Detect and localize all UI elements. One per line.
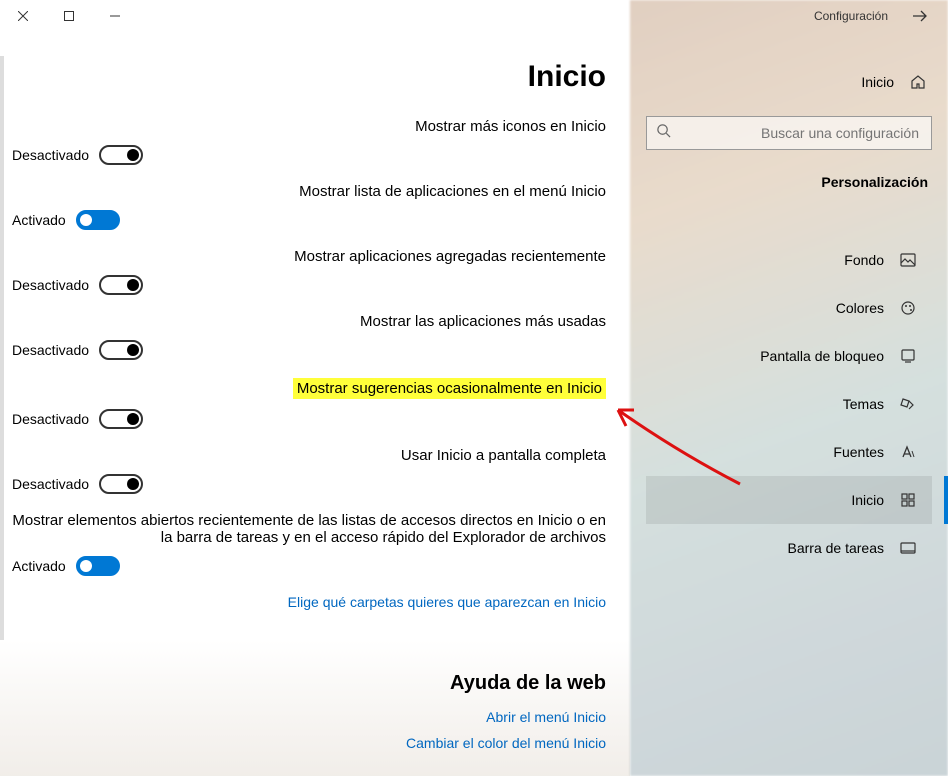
toggle-state-label: Activado: [12, 558, 66, 574]
content-area: Inicio Mostrar más iconos en Inicio Desac…: [0, 32, 630, 776]
minimize-icon: [110, 11, 120, 21]
sidebar-item-label: Colores: [836, 300, 884, 316]
sidebar-item-inicio[interactable]: Inicio: [646, 476, 932, 524]
inicio-icon: [898, 492, 918, 508]
window-controls: [0, 0, 138, 32]
maximize-button[interactable]: [46, 0, 92, 32]
temas-icon: [898, 396, 918, 412]
sidebar-item-fuentes[interactable]: Fuentes: [646, 428, 932, 476]
setting-label: Mostrar aplicaciones agregadas recientem…: [12, 248, 606, 265]
page-title: Inicio: [0, 60, 606, 94]
toggle-knob: [127, 478, 139, 490]
setting-label: Mostrar lista de aplicaciones en el menú…: [12, 183, 606, 200]
settings-list: Mostrar más iconos en InicioDesactivadoM…: [0, 118, 606, 751]
toggle-state-label: Desactivado: [12, 476, 89, 492]
sidebar-item-colores[interactable]: Colores: [646, 284, 932, 332]
setting-2: Mostrar aplicaciones agregadas recientem…: [12, 248, 606, 295]
category-header: Personalización: [646, 174, 932, 190]
setting-0: Mostrar más iconos en Inicio Desactivado: [12, 118, 606, 165]
close-button[interactable]: [0, 0, 46, 32]
back-button[interactable]: [904, 0, 936, 32]
arrow-back-icon: [912, 8, 928, 24]
toggle-row: Activado: [12, 556, 606, 576]
sidebar-home[interactable]: Inicio: [630, 60, 948, 104]
search-input[interactable]: [646, 116, 932, 150]
setting-label: Mostrar más iconos en Inicio: [12, 118, 606, 135]
bloqueo-icon: [898, 348, 918, 364]
setting-label: Usar Inicio a pantalla completa: [12, 447, 606, 464]
toggle-switch[interactable]: [99, 474, 143, 494]
sidebar-item-label: Pantalla de bloqueo: [760, 348, 884, 364]
toggle-state-label: Desactivado: [12, 277, 89, 293]
toggle-state-label: Activado: [12, 212, 66, 228]
setting-5: Usar Inicio a pantalla completa Desactiva…: [12, 447, 606, 494]
setting-label: Mostrar las aplicaciones más usadas: [12, 313, 606, 330]
toggle-row: Desactivado: [12, 145, 606, 165]
toggle-knob: [127, 149, 139, 161]
search-icon: [656, 123, 671, 143]
toggle-knob: [127, 344, 139, 356]
sidebar-home-label: Inicio: [861, 74, 894, 90]
setting-1: Mostrar lista de aplicaciones en el menú…: [12, 183, 606, 230]
setting-4: Mostrar sugerencias ocasionalmente en In…: [12, 378, 606, 429]
sidebar-item-barra[interactable]: Barra de tareas: [646, 524, 932, 572]
minimize-button[interactable]: [92, 0, 138, 32]
sidebar-item-fondo[interactable]: Fondo: [646, 236, 932, 284]
toggle-state-label: Desactivado: [12, 411, 89, 427]
sidebar-item-label: Temas: [843, 396, 884, 412]
help-link-0[interactable]: Abrir el menú Inicio: [12, 709, 606, 725]
toggle-row: Desactivado: [12, 340, 606, 360]
colores-icon: [898, 300, 918, 316]
sidebar-item-temas[interactable]: Temas: [646, 380, 932, 428]
sidebar-item-label: Barra de tareas: [788, 540, 885, 556]
window-title: Configuración: [814, 9, 888, 23]
sidebar: Inicio Personalización Fondo Colores Panta…: [630, 32, 948, 776]
fondo-icon: [898, 252, 918, 268]
sidebar-item-bloqueo[interactable]: Pantalla de bloqueo: [646, 332, 932, 380]
choose-folders-link[interactable]: Elige qué carpetas quieres que aparezcan…: [12, 594, 606, 610]
sidebar-item-label: Fuentes: [833, 444, 884, 460]
toggle-row: Desactivado: [12, 275, 606, 295]
maximize-icon: [64, 11, 74, 21]
help-link-1[interactable]: Cambiar el color del menú Inicio: [12, 735, 606, 751]
fuentes-icon: [898, 444, 918, 460]
sidebar-item-label: Fondo: [844, 252, 884, 268]
home-icon: [908, 74, 928, 90]
toggle-knob: [80, 214, 92, 226]
toggle-switch[interactable]: [76, 556, 120, 576]
toggle-row: Desactivado: [12, 474, 606, 494]
toggle-state-label: Desactivado: [12, 342, 89, 358]
setting-3: Mostrar las aplicaciones más usadas Desac…: [12, 313, 606, 360]
toggle-switch[interactable]: [99, 275, 143, 295]
toggle-knob: [127, 413, 139, 425]
toggle-knob: [80, 560, 92, 572]
setting-label: Mostrar sugerencias ocasionalmente en In…: [293, 378, 606, 399]
toggle-switch[interactable]: [99, 145, 143, 165]
barra-icon: [898, 540, 918, 556]
toggle-row: Activado: [12, 210, 606, 230]
setting-6: Mostrar elementos abiertos recientemente…: [12, 512, 606, 576]
help-header: Ayuda de la web: [12, 672, 606, 695]
sidebar-item-label: Inicio: [851, 492, 884, 508]
toggle-switch[interactable]: [99, 409, 143, 429]
toggle-knob: [127, 279, 139, 291]
titlebar: Configuración: [0, 0, 948, 32]
toggle-switch[interactable]: [99, 340, 143, 360]
search-wrap: [646, 116, 932, 150]
close-icon: [18, 11, 28, 21]
setting-label: Mostrar elementos abiertos recientemente…: [12, 512, 606, 546]
nav-list: Fondo Colores Pantalla de bloqueo Temas Fuen…: [646, 236, 932, 572]
toggle-switch[interactable]: [76, 210, 120, 230]
toggle-state-label: Desactivado: [12, 147, 89, 163]
toggle-row: Desactivado: [12, 409, 606, 429]
